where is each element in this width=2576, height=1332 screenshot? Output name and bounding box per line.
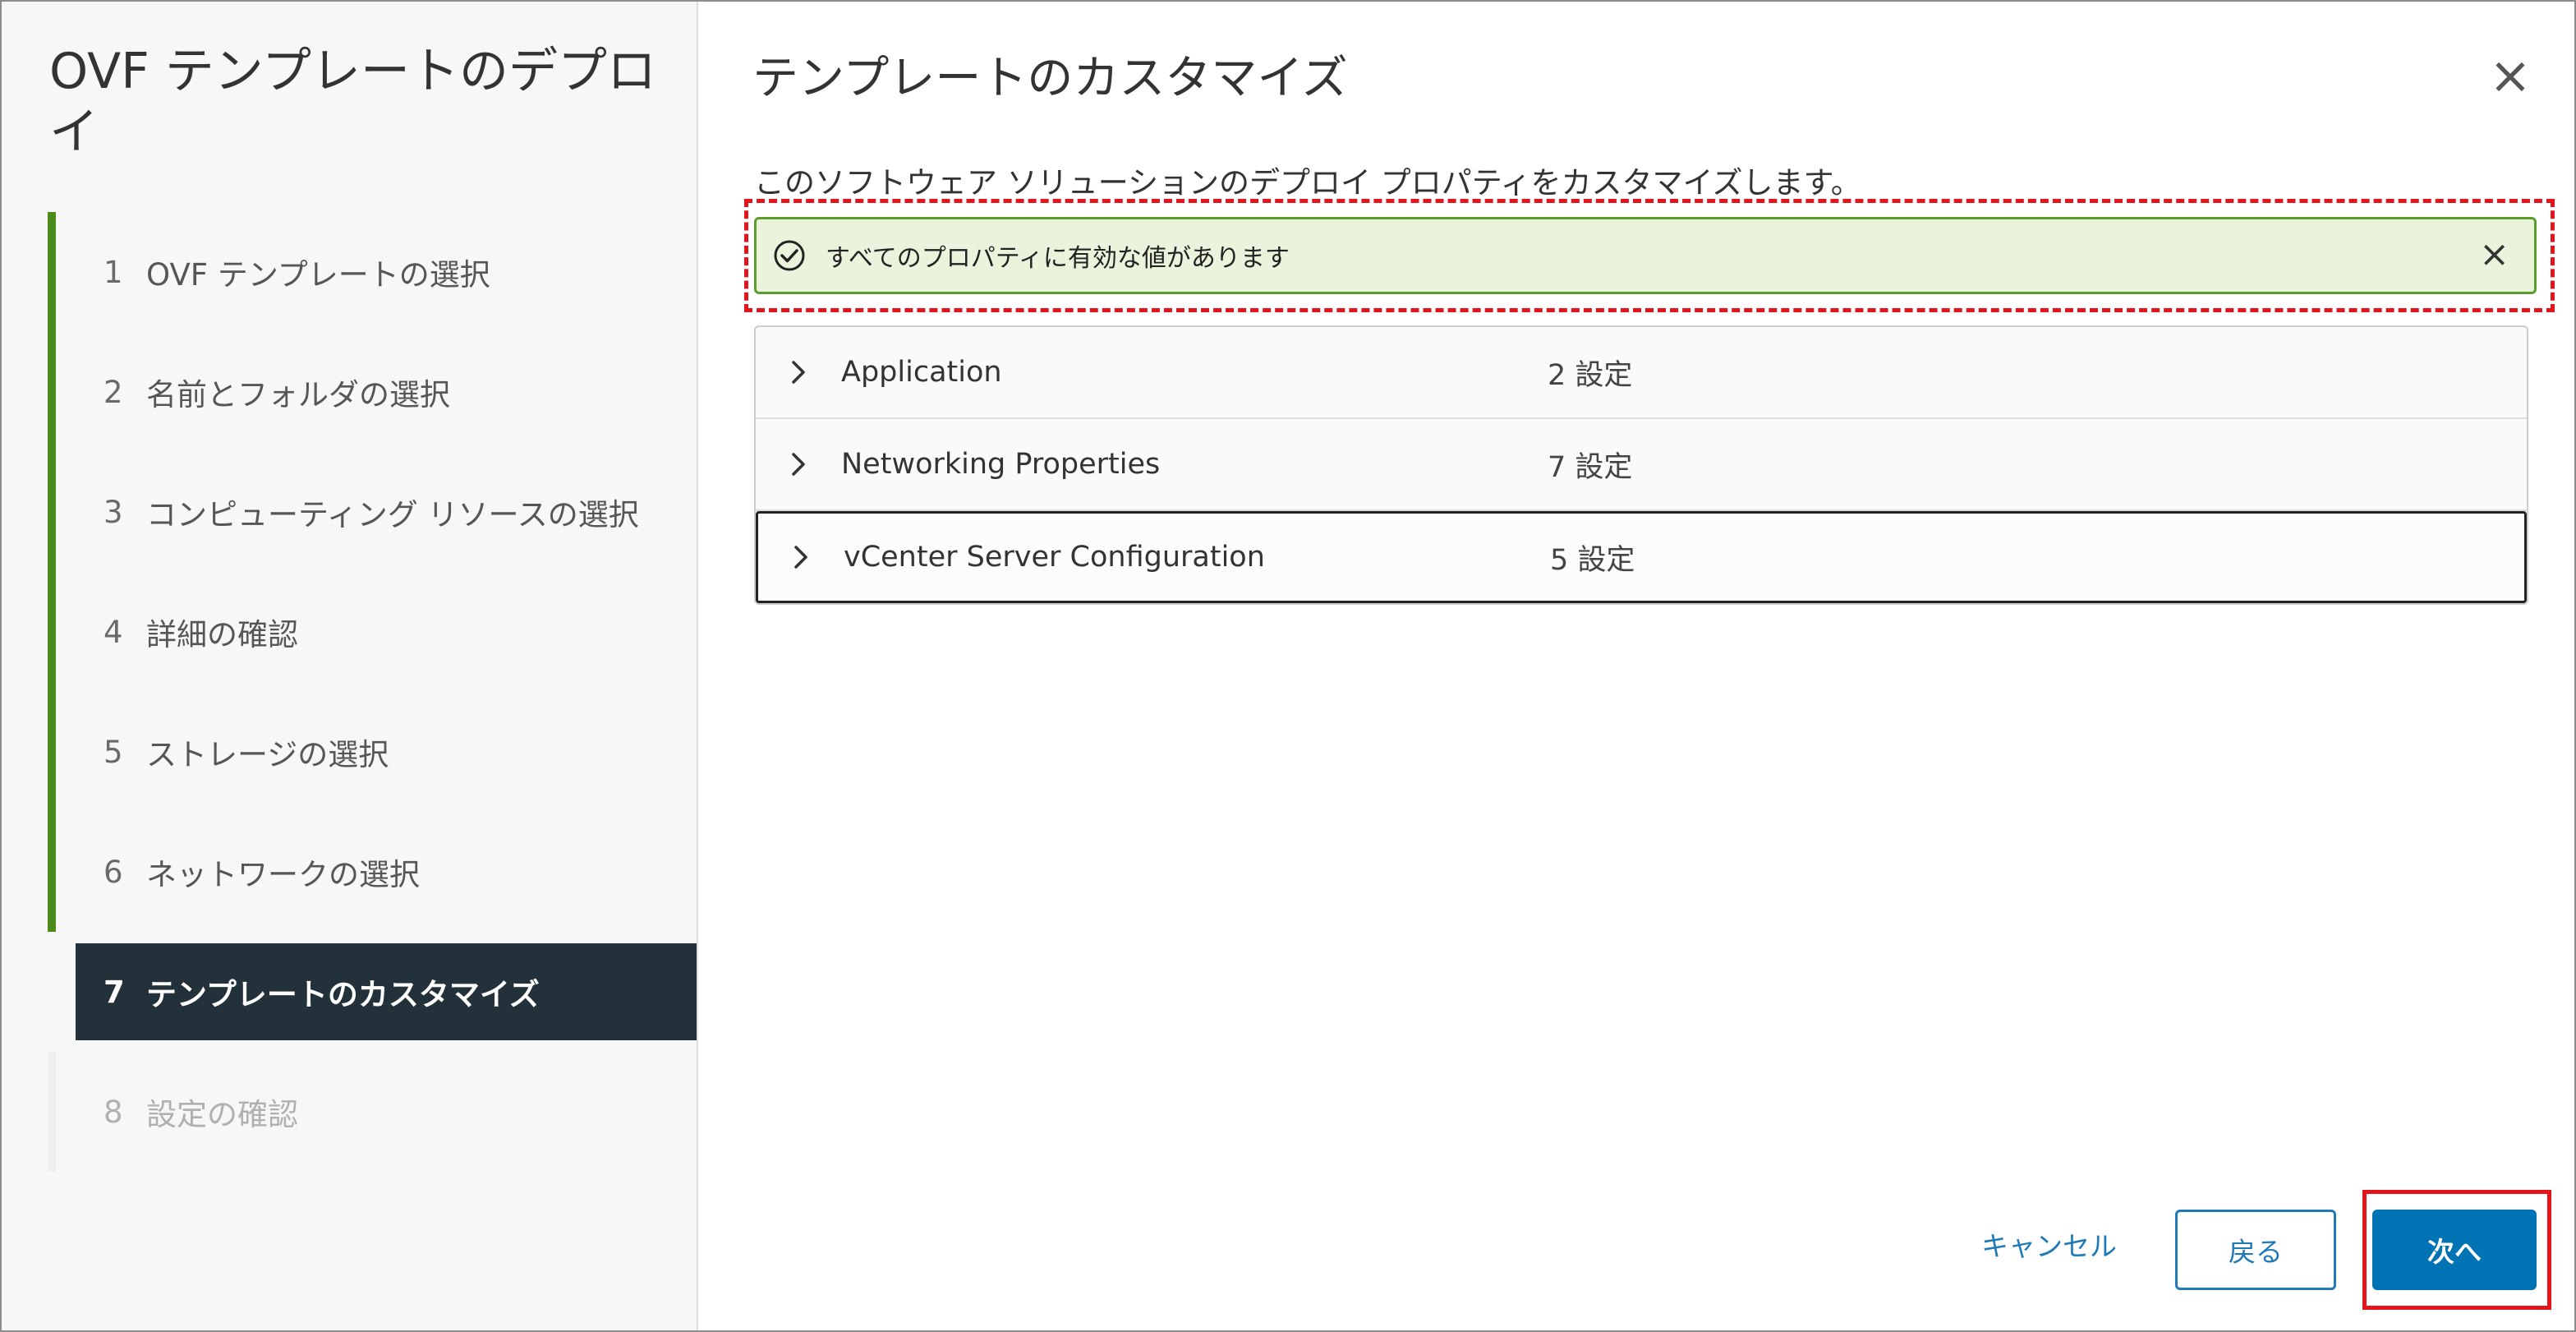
next-button[interactable]: 次へ: [2372, 1210, 2537, 1290]
step-number: 6: [104, 854, 123, 890]
step-label: コンピューティング リソースの選択: [146, 497, 639, 532]
step-number: 2: [104, 374, 123, 410]
chevron-right-icon: [789, 359, 825, 385]
step-7-current[interactable]: 7 テンプレートのカスタマイズ: [48, 932, 697, 1052]
step-number: 7: [104, 974, 125, 1010]
properties-accordion: Application 2 設定 Networking Properties 7…: [754, 325, 2528, 605]
wizard-dialog: OVF テンプレートのデプロイ 1 OVF テンプレートの選択 2 名前とフォルダの…: [0, 0, 2576, 1332]
section-count: 7 設定: [1548, 450, 1633, 484]
alert-message: すべてのプロパティに有効な値があります: [826, 244, 1290, 273]
section-count: 2 設定: [1548, 358, 1633, 392]
success-alert: すべてのプロパティに有効な値があります ×: [754, 217, 2537, 294]
chevron-right-icon: [789, 451, 825, 477]
step-number: 8: [104, 1094, 123, 1130]
step-number: 5: [104, 734, 123, 770]
back-button[interactable]: 戻る: [2175, 1210, 2336, 1290]
wizard-steps: 1 OVF テンプレートの選択 2 名前とフォルダの選択 3 コンピューティング リソ…: [48, 212, 697, 1172]
current-step-highlight: 7 テンプレートのカスタマイズ: [76, 943, 697, 1040]
cancel-button[interactable]: キャンセル: [1981, 1224, 2117, 1264]
step-label: 詳細の確認: [146, 617, 298, 652]
step-label: 名前とフォルダの選択: [146, 377, 450, 413]
step-3[interactable]: 3 コンピューティング リソースの選択: [48, 452, 697, 572]
step-number: 1: [104, 254, 123, 290]
section-label: Networking Properties: [841, 448, 1161, 481]
step-number: 4: [104, 614, 123, 650]
section-networking-properties[interactable]: Networking Properties 7 設定: [756, 419, 2527, 511]
wizard-sidebar: OVF テンプレートのデプロイ 1 OVF テンプレートの選択 2 名前とフォルダの…: [2, 2, 698, 1330]
section-application[interactable]: Application 2 設定: [756, 327, 2527, 419]
step-6[interactable]: 6 ネットワークの選択: [48, 812, 697, 932]
section-vcenter-server-configuration[interactable]: vCenter Server Configuration 5 設定: [756, 511, 2527, 603]
step-8: 8 設定の確認: [48, 1052, 697, 1172]
step-1[interactable]: 1 OVF テンプレートの選択: [48, 212, 697, 332]
step-label: OVF テンプレートの選択: [146, 257, 490, 293]
page-description: このソフトウェア ソリューションのデプロイ プロパティをカスタマイズします。: [754, 165, 1861, 200]
step-label: ストレージの選択: [146, 737, 389, 772]
wizard-title: OVF テンプレートのデプロイ: [49, 43, 657, 161]
section-count: 5 設定: [1550, 543, 1635, 577]
section-label: Application: [841, 356, 1002, 389]
step-label: 設定の確認: [146, 1097, 298, 1132]
step-label: テンプレートのカスタマイズ: [146, 977, 540, 1012]
check-circle-icon: [771, 237, 807, 274]
chevron-right-icon: [791, 544, 827, 570]
step-4[interactable]: 4 詳細の確認: [48, 572, 697, 692]
page-title: テンプレートのカスタマイズ: [752, 52, 1348, 105]
step-label: ネットワークの選択: [146, 857, 420, 892]
close-icon[interactable]: ×: [2486, 50, 2535, 101]
alert-close-icon[interactable]: ×: [2479, 234, 2509, 275]
step-2[interactable]: 2 名前とフォルダの選択: [48, 332, 697, 452]
step-number: 3: [104, 494, 123, 530]
step-5[interactable]: 5 ストレージの選択: [48, 692, 697, 812]
section-label: vCenter Server Configuration: [844, 541, 1265, 574]
